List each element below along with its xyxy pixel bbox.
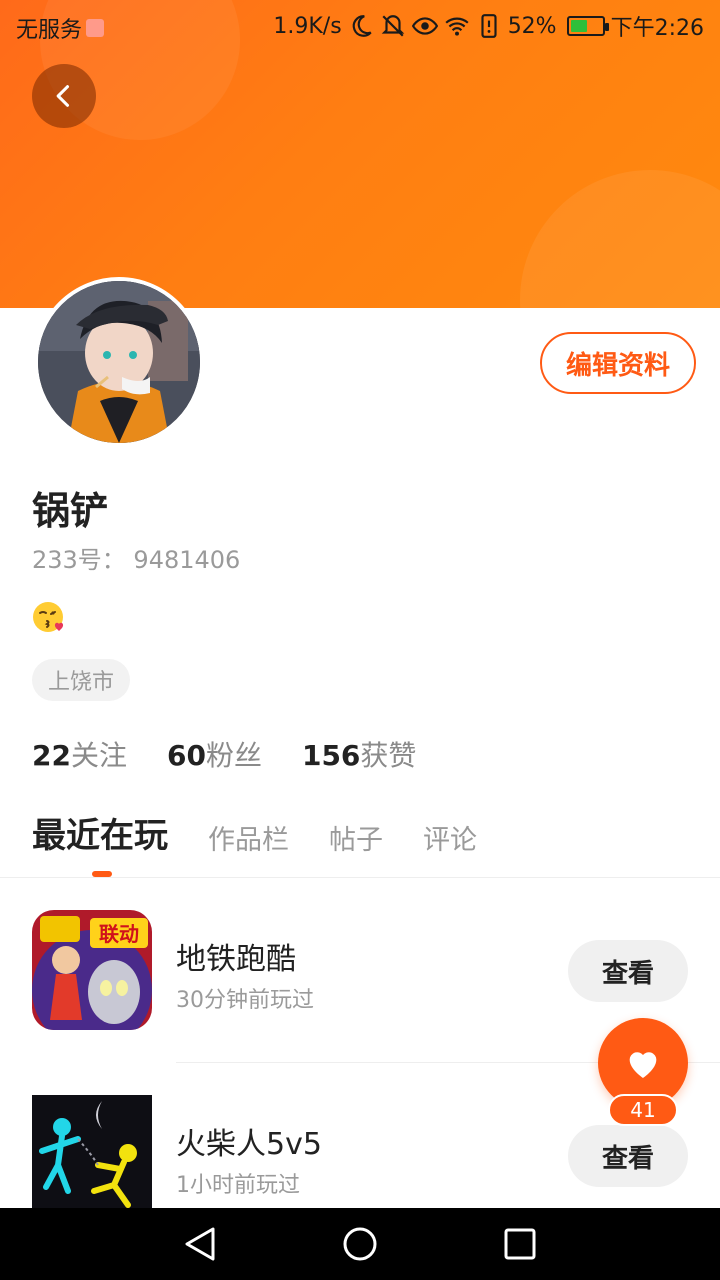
sim-icon	[86, 19, 105, 37]
game-title: 火柴人5v5	[176, 1127, 322, 1162]
location-tag: 上饶市	[32, 659, 131, 701]
alert-icon	[481, 14, 497, 38]
like-count-badge: 41	[608, 1094, 678, 1126]
carrier-text: 无服务	[16, 18, 83, 43]
profile-stats: 22关注 60粉丝 156获赞	[32, 734, 416, 774]
clock: 下午2:26	[610, 16, 704, 41]
stat-following[interactable]: 22关注	[32, 734, 127, 774]
nav-home-button[interactable]	[340, 1224, 380, 1264]
profile-tabs: 最近在玩 作品栏 帖子 评论	[32, 808, 477, 861]
heart-icon	[629, 1052, 657, 1078]
list-item[interactable]: 联动 地铁跑酷 30分钟前玩过 查看	[0, 892, 720, 1042]
nav-recents-button[interactable]	[500, 1224, 540, 1264]
game-icon-stickman	[32, 1095, 152, 1215]
battery-percent: 52%	[507, 13, 557, 39]
game-icon-subway: 联动	[32, 910, 152, 1030]
stat-count: 60	[166, 739, 206, 772]
stat-likes[interactable]: 156获赞	[302, 734, 416, 774]
game-played-time: 30分钟前玩过	[176, 988, 314, 1013]
status-bar: 无服务 1.9K/s 52% 下午2:26	[0, 0, 720, 50]
stat-count: 22	[32, 739, 71, 772]
avatar-image	[38, 281, 200, 443]
battery-fill	[570, 20, 587, 32]
home-circle-icon	[343, 1227, 377, 1261]
location-text: 上饶市	[48, 670, 115, 695]
back-button[interactable]	[32, 64, 96, 128]
recents-square-icon	[504, 1228, 536, 1260]
wifi-icon	[445, 17, 469, 36]
view-button[interactable]: 查看	[568, 1125, 688, 1187]
banner-decoration	[520, 170, 720, 308]
divider	[0, 877, 720, 878]
tab-posts[interactable]: 帖子	[329, 818, 383, 861]
stat-label: 获赞	[360, 739, 417, 772]
user-id: 233号： 9481406	[32, 546, 241, 574]
kiss-emoji-icon	[33, 602, 64, 632]
eye-icon	[411, 17, 438, 35]
nav-back-button[interactable]	[180, 1224, 220, 1264]
back-triangle-icon	[185, 1227, 215, 1261]
avatar[interactable]	[34, 277, 204, 447]
game-icon-label: 联动	[99, 922, 139, 946]
tab-comments[interactable]: 评论	[423, 818, 477, 861]
edit-profile-button[interactable]: 编辑资料	[540, 332, 696, 394]
network-speed: 1.9K/s	[273, 13, 342, 39]
tab-recently-played[interactable]: 最近在玩	[32, 808, 168, 861]
chevron-left-icon	[56, 85, 70, 107]
game-title: 地铁跑酷	[176, 942, 296, 977]
stat-label: 关注	[70, 739, 127, 772]
stat-followers[interactable]: 60粉丝	[167, 734, 262, 774]
game-played-time: 1小时前玩过	[176, 1173, 300, 1198]
system-nav-bar	[0, 1208, 720, 1280]
view-button[interactable]: 查看	[568, 940, 688, 1002]
mute-icon	[381, 15, 404, 37]
tab-works[interactable]: 作品栏	[208, 818, 289, 861]
moon-icon	[352, 15, 372, 37]
username: 锅铲	[32, 489, 109, 533]
stat-label: 粉丝	[205, 739, 262, 772]
stat-count: 156	[301, 739, 361, 772]
battery-icon	[566, 16, 609, 36]
